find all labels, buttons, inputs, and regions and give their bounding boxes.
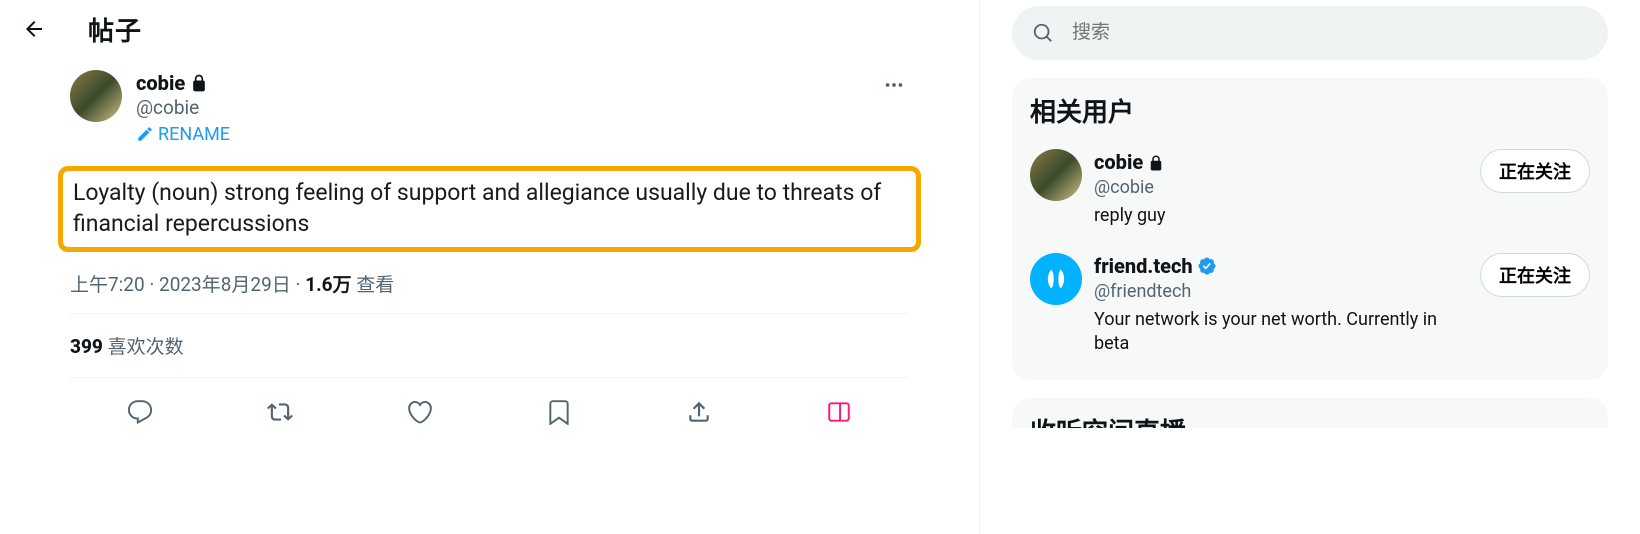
arrow-left-icon (22, 17, 46, 41)
related-user-info: cobie @cobie reply guy (1094, 149, 1470, 229)
post-views-label: 查看 (356, 273, 394, 296)
right-sidebar: 相关用户 cobie @cobie reply guy 正在关注 friend.… (980, 0, 1640, 534)
following-button[interactable]: 正在关注 (1480, 253, 1590, 297)
spaces-card-title: 收听空间直播 (1012, 398, 1608, 428)
search-icon (1032, 22, 1054, 44)
author-info: cobie @cobie RENAME (136, 70, 879, 146)
related-user-name: friend.tech (1094, 253, 1193, 280)
author-avatar[interactable] (70, 70, 122, 122)
main-column: 帖子 cobie @cobie RENAME Loyalty (noun) st… (0, 0, 980, 534)
post-timestamp: 上午7:20 · 2023年8月29日 (70, 273, 291, 296)
reply-button[interactable] (120, 392, 160, 432)
more-horizontal-icon (883, 74, 905, 96)
author-display-name: cobie (136, 70, 185, 96)
related-user-bio: Your network is your net worth. Currentl… (1094, 308, 1470, 357)
related-user-handle: @friendtech (1094, 280, 1470, 304)
search-box[interactable] (1012, 6, 1608, 60)
post-header: cobie @cobie RENAME (70, 70, 909, 146)
lock-icon (189, 73, 209, 93)
likes-row[interactable]: 399 喜欢次数 (70, 314, 909, 377)
author-handle[interactable]: @cobie (136, 96, 879, 121)
edit-icon (136, 125, 154, 143)
reply-icon (127, 399, 153, 425)
bookmark-button[interactable] (539, 392, 579, 432)
likes-label: 喜欢次数 (108, 335, 184, 358)
related-users-title: 相关用户 (1030, 92, 1590, 129)
search-input[interactable] (1072, 22, 1588, 44)
post-views-count: 1.6万 (305, 273, 351, 296)
actions-row (70, 378, 909, 446)
avatar[interactable] (1030, 149, 1082, 201)
display-name-row[interactable]: cobie (136, 70, 879, 96)
following-button[interactable]: 正在关注 (1480, 149, 1590, 193)
related-user-name: cobie (1094, 149, 1143, 176)
retweet-icon (267, 399, 293, 425)
back-button[interactable] (16, 11, 52, 47)
related-user-bio: reply guy (1094, 204, 1470, 228)
share-button[interactable] (679, 392, 719, 432)
related-user-friendtech[interactable]: friend.tech @friendtech Your network is … (1030, 253, 1590, 381)
share-icon (686, 399, 712, 425)
like-button[interactable] (400, 392, 440, 432)
rename-button[interactable]: RENAME (136, 123, 879, 146)
post-container: cobie @cobie RENAME Loyalty (noun) stron… (0, 58, 979, 446)
page-header: 帖子 (0, 0, 979, 58)
heart-icon (407, 399, 433, 425)
post-body-highlighted: Loyalty (noun) strong feeling of support… (58, 166, 921, 252)
extra-action-button[interactable] (819, 392, 859, 432)
related-user-info: friend.tech @friendtech Your network is … (1094, 253, 1470, 357)
likes-count: 399 (70, 335, 103, 358)
related-users-card: 相关用户 cobie @cobie reply guy 正在关注 friend.… (1012, 78, 1608, 380)
verified-badge-icon (1197, 256, 1217, 276)
page-title: 帖子 (88, 11, 142, 48)
post-meta[interactable]: 上午7:20 · 2023年8月29日 · 1.6万 查看 (70, 266, 909, 313)
more-options-button[interactable] (879, 70, 909, 104)
rename-label: RENAME (158, 123, 230, 146)
bookmark-icon (546, 399, 572, 425)
lock-icon (1147, 154, 1165, 172)
avatar[interactable] (1030, 253, 1082, 305)
logo-icon (1042, 265, 1070, 293)
related-user-cobie[interactable]: cobie @cobie reply guy 正在关注 (1030, 149, 1590, 253)
retweet-button[interactable] (260, 392, 300, 432)
panel-icon (826, 399, 852, 425)
related-user-handle: @cobie (1094, 176, 1470, 200)
